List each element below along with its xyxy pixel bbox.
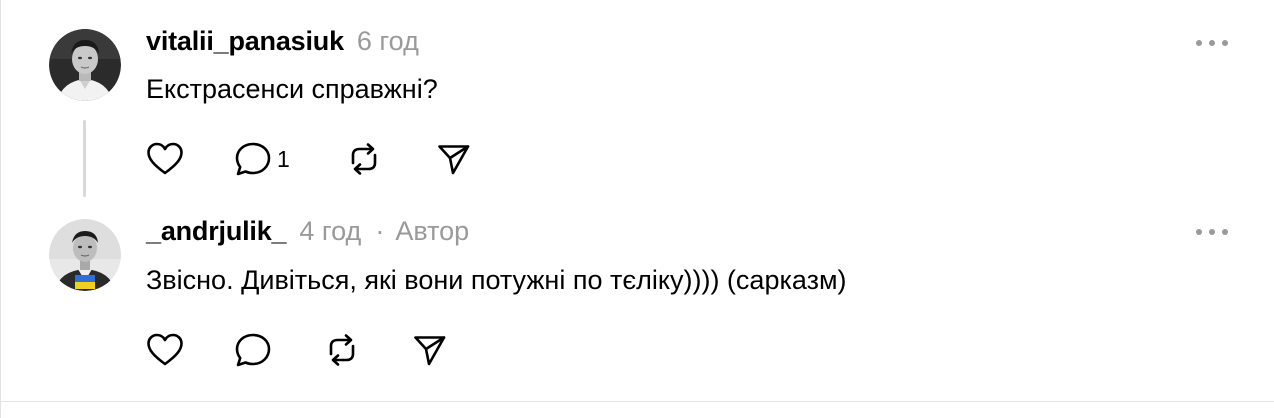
heart-icon: [147, 142, 183, 175]
share-button[interactable]: [412, 330, 448, 370]
username[interactable]: vitalii_panasiuk: [146, 26, 344, 57]
share-button[interactable]: [436, 139, 472, 179]
like-button[interactable]: [146, 330, 184, 370]
comment-1: vitalii_panasiuk 6 год Екстрасенси справ…: [0, 0, 1274, 200]
thread-line: [83, 120, 86, 197]
timestamp[interactable]: 6 год: [357, 26, 419, 57]
more-dot: [1222, 229, 1228, 235]
action-bar: 1: [146, 139, 486, 179]
username[interactable]: _andrjulik_: [146, 216, 287, 247]
more-dot: [1222, 40, 1228, 46]
avatar-vitalii-panasiuk[interactable]: [49, 29, 121, 101]
comment-bubble-icon: [235, 142, 271, 176]
more-dot: [1209, 40, 1215, 46]
comment-header: vitalii_panasiuk 6 год: [146, 26, 419, 57]
heart-icon: [147, 333, 183, 366]
author-badge: Автор: [395, 216, 470, 246]
more-dots-icon: [1196, 40, 1202, 46]
more-options-button[interactable]: [1196, 226, 1228, 238]
comment-2: _andrjulik_ 4 год · Автор Звісно. Дивіть…: [0, 200, 1274, 400]
reply-count: 1: [277, 145, 290, 172]
send-icon: [438, 145, 470, 175]
repost-icon: [351, 143, 377, 175]
reply-button[interactable]: [234, 330, 272, 370]
repost-button[interactable]: [345, 139, 383, 179]
comment-text: Екстрасенси справжні?: [146, 74, 438, 104]
comment-text: Звісно. Дивіться, які вони потужні по тє…: [146, 265, 847, 295]
timestamp[interactable]: 4 год: [299, 216, 361, 247]
divider: [0, 401, 1274, 402]
more-options-button[interactable]: [1196, 37, 1228, 49]
comment-header: _andrjulik_ 4 год · Автор: [146, 216, 469, 247]
repost-button[interactable]: [323, 330, 361, 370]
send-icon: [414, 336, 446, 366]
avatar-andrjulik[interactable]: [49, 219, 121, 291]
comment-bubble-icon: [235, 333, 271, 367]
repost-icon: [329, 334, 355, 366]
action-bar: [146, 330, 466, 370]
flag-icon: [75, 275, 95, 282]
more-dots-icon: [1196, 229, 1202, 235]
like-button[interactable]: [146, 139, 184, 179]
separator-dot: ·: [375, 216, 385, 246]
more-dot: [1209, 229, 1215, 235]
reply-button[interactable]: 1: [234, 139, 290, 179]
